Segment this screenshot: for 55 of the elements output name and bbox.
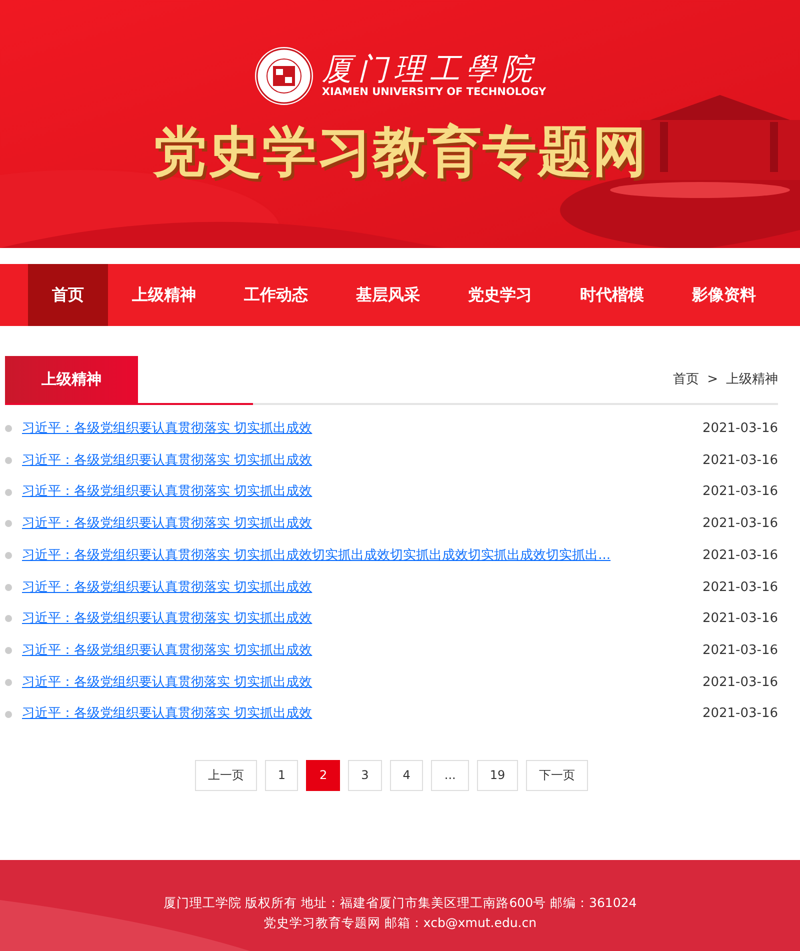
article-date: 2021-03-16 [702,452,778,470]
breadcrumb-separator: > [707,370,718,388]
bullet-icon [5,520,12,528]
school-english-name: XIAMEN UNIVERSITY OF TECHNOLOGY [322,86,546,99]
nav-tab[interactable]: 影像资料 [668,264,780,326]
article-link[interactable]: 习近平：各级党组织要认真贯彻落实 切实抓出成效 [22,578,702,598]
nav-tab[interactable]: 上级精神 [108,264,220,326]
nav-tab[interactable]: 工作动态 [220,264,332,326]
article-date: 2021-03-16 [702,483,778,502]
school-emblem-icon [254,46,314,106]
footer-text: 厦门理工学院 版权所有 地址：福建省厦门市集美区理工南路600号 邮编：361024 [162,894,638,912]
article-date: 2021-03-16 [702,610,778,628]
article-link[interactable]: 习近平：各级党组织要认真贯彻落实 切实抓出成效 [22,482,702,502]
article-link[interactable]: 习近平：各级党组织要认真贯彻落实 切实抓出成效 [22,704,702,724]
article-date: 2021-03-16 [702,578,778,597]
bullet-icon [5,647,12,654]
article-date: 2021-03-16 [702,642,778,660]
page-button[interactable]: 19 [476,760,518,791]
article-date: 2021-03-16 [702,705,778,724]
article-link[interactable]: 习近平：各级党组织要认真贯彻落实 切实抓出成效切实抓出成效切实抓出成效切实抓出成效切实抓出... [22,546,702,566]
page-button[interactable]: 上一页 [194,760,257,791]
bullet-icon [5,457,12,464]
page-button[interactable]: ... [431,760,469,791]
nav-tab[interactable]: 党史学习 [444,264,556,326]
site-title: 党史学习教育专题网 [152,120,648,185]
nav-tab[interactable]: 基层风采 [332,264,444,326]
footer-text: 党史学习教育专题网 邮箱：xcb@xmut.edu.cn [262,914,538,932]
article-date: 2021-03-16 [702,674,778,692]
bullet-icon [5,615,12,622]
bullet-icon [5,425,12,432]
article-link[interactable]: 习近平：各级党组织要认真贯彻落实 切实抓出成效 [22,419,702,439]
school-name-calligraphy: 厦门理工學院 [322,53,538,86]
page-button[interactable]: 4 [390,760,424,791]
article-link[interactable]: 习近平：各级党组织要认真贯彻落实 切实抓出成效 [22,450,702,470]
page-button[interactable]: 2 [306,760,340,791]
bullet-icon [5,488,12,496]
article-date: 2021-03-16 [702,420,778,438]
article-date: 2021-03-16 [702,515,778,534]
page-button[interactable]: 3 [348,760,382,791]
bullet-icon [5,552,12,560]
breadcrumb-link[interactable]: 首页 [673,370,700,389]
bullet-icon [5,710,12,718]
bullet-icon [5,678,12,686]
nav-tab[interactable]: 时代楷模 [556,264,668,326]
bullet-icon [5,584,12,591]
article-date: 2021-03-16 [702,546,778,565]
nav-tab[interactable]: 首页 [28,264,108,326]
article-link[interactable]: 习近平：各级党组织要认真贯彻落实 切实抓出成效 [22,672,702,692]
page-button[interactable]: 下一页 [526,760,588,791]
breadcrumb-link[interactable]: 上级精神 [726,370,778,389]
page-button[interactable]: 1 [264,760,298,791]
section-title: 上级精神 [5,356,138,403]
article-link[interactable]: 习近平：各级党组织要认真贯彻落实 切实抓出成效 [22,609,702,629]
article-link[interactable]: 习近平：各级党组织要认真贯彻落实 切实抓出成效 [22,514,702,534]
article-link[interactable]: 习近平：各级党组织要认真贯彻落实 切实抓出成效 [22,640,702,660]
